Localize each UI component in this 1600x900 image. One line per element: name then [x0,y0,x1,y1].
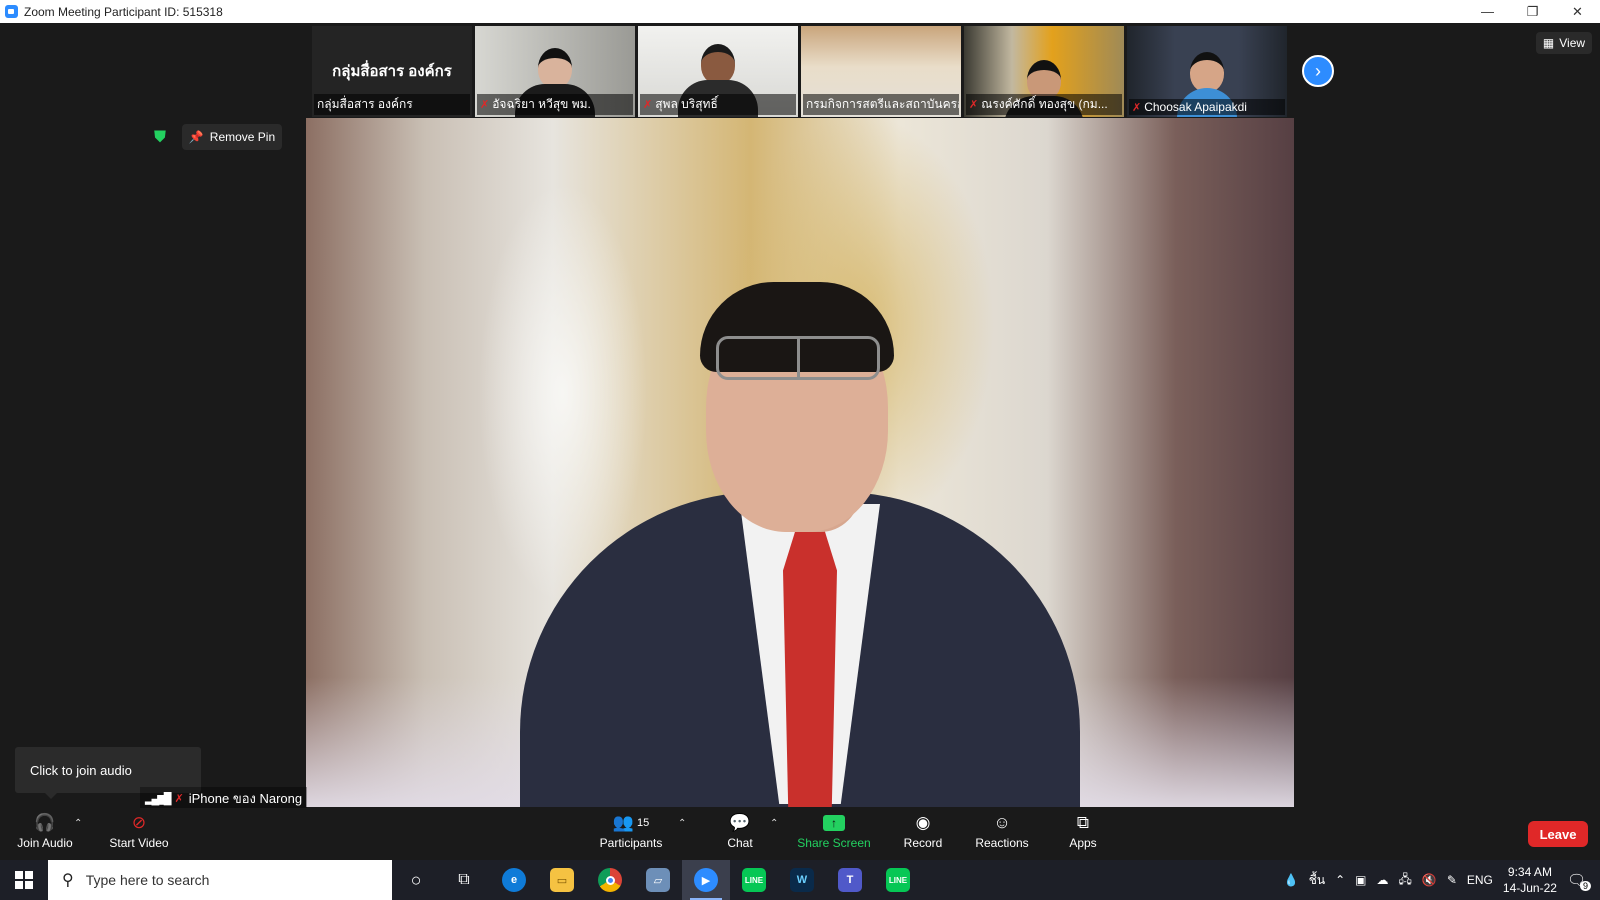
task-view-icon: ⧉ [458,871,470,888]
participant-tile-name-card[interactable]: กลุ่มสื่อสาร องค์กร กลุ่มสื่อสาร องค์กร [312,26,472,117]
speaker-figure [520,282,1080,807]
grid-icon: ▦ [1542,36,1555,50]
taskbar-search-box[interactable]: ⚲ Type here to search [48,860,392,900]
meeting-stage: กลุ่มสื่อสาร องค์กร กลุ่มสื่อสาร องค์กร … [0,23,1600,809]
weather-label[interactable]: ชื้น [1309,871,1325,890]
notification-icon[interactable]: 🗨 9 [1567,871,1591,891]
chat-icon: 💬 [729,813,751,832]
reactions-button[interactable]: ☺ Reactions [974,812,1030,856]
participant-tile[interactable]: กรมกิจการสตรีและสถาบันครอ... [801,26,961,117]
taskbar-app-webex[interactable]: W [778,860,826,900]
start-video-button[interactable]: ⊘ Start Video [104,812,174,856]
volume-muted-icon[interactable]: 🔇 [1422,873,1437,887]
self-view-label: ▂▄▆█ ✗ iPhone ของ Narong [140,787,308,809]
network-icon[interactable]: 🖧 [1398,870,1411,891]
share-screen-button[interactable]: ↑ Share Screen [796,812,872,856]
participant-filmstrip: กลุ่มสื่อสาร องค์กร กลุ่มสื่อสาร องค์กร … [312,26,1287,117]
taskbar-app-teams[interactable]: T [826,860,874,900]
teams-icon: T [838,868,862,892]
windows-taskbar: ⚲ Type here to search ○ ⧉ e ▭ ▱ ▶ LINE W… [0,860,1600,900]
apps-icon: ⧉ [1076,813,1090,832]
cortana-icon: ○ [410,869,422,890]
zoom-app-icon [5,5,18,18]
name-card-text: กลุ่มสื่อสาร องค์กร [332,63,452,80]
participant-tile[interactable]: ✗ ณรงค์ศักดิ์ ทองสุข (กม... [964,26,1124,117]
encryption-shield-icon[interactable]: ⛊ [151,129,169,147]
line-icon: LINE [742,868,766,892]
taskbar-app-edge[interactable]: e [490,860,538,900]
pin-icon: 📌 [188,130,204,144]
participant-name-label: กลุ่มสื่อสาร องค์กร [314,94,470,115]
participants-icon: 👥 15 [612,813,650,832]
participant-name-label: กรมกิจการสตรีและสถาบันครอ... [803,94,959,115]
minimize-button[interactable]: — [1465,0,1510,23]
record-icon: ◉ [915,813,931,832]
pen-icon[interactable]: ✎ [1447,873,1457,887]
muted-mic-icon: ✗ [969,99,979,111]
muted-mic-icon: ✗ [174,792,184,805]
line-icon: LINE [886,868,910,892]
taskbar-app-line-2[interactable]: LINE [874,860,922,900]
record-button[interactable]: ◉ Record [900,812,946,856]
muted-mic-icon: ✗ [1132,101,1142,114]
windows-logo-icon [15,871,33,889]
meet-now-icon[interactable]: ▣ [1355,873,1366,887]
smiley-icon: ☺ [993,813,1011,832]
remote-desktop-icon: ▱ [646,868,670,892]
taskbar-clock[interactable]: 9:34 AM 14-Jun-22 [1503,864,1557,896]
participants-button[interactable]: 👥 15 Participants [596,812,666,856]
filmstrip-next-button[interactable]: › [1302,55,1334,87]
search-icon: ⚲ [62,872,74,889]
taskbar-app-line[interactable]: LINE [730,860,778,900]
taskbar-app-chrome[interactable] [586,860,634,900]
window-controls: — ❐ ✕ [1465,0,1600,23]
restore-button[interactable]: ❐ [1510,0,1555,23]
edge-icon: e [502,868,526,892]
chat-button[interactable]: 💬 Chat [720,812,760,856]
participant-tile[interactable]: ✗ อัจฉริยา หวีสุข พม. [475,26,635,117]
participants-options-caret[interactable]: ⌃ [678,818,686,829]
system-tray: 💧 ชื้น ⌃ ▣ ☁ 🖧 🔇 ✎ ENG 9:34 AM 14-Jun-22… [1284,860,1600,900]
muted-mic-icon: ✗ [643,99,653,111]
signal-bars-icon: ▂▄▆█ [145,792,171,805]
cortana-button[interactable]: ○ [392,860,440,900]
language-indicator[interactable]: ENG [1467,873,1493,887]
close-button[interactable]: ✕ [1555,0,1600,23]
folder-icon: ▭ [550,868,574,892]
share-screen-icon: ↑ [823,812,845,834]
participant-name-label: ✗ ณรงค์ศักดิ์ ทองสุข (กม... [966,94,1122,115]
join-audio-button[interactable]: 🎧 Join Audio [14,812,76,856]
cloud-icon[interactable]: ☁ [1376,873,1388,887]
participant-tile[interactable]: ✗ Choosak Apaipakdi [1127,26,1287,117]
taskbar-app-zoom[interactable]: ▶ [682,860,730,900]
participant-name-label: ✗ Choosak Apaipakdi [1129,99,1285,115]
task-view-button[interactable]: ⧉ [440,860,488,900]
apps-button[interactable]: ⧉ Apps [1068,812,1098,856]
taskbar-app-remote[interactable]: ▱ [634,860,682,900]
chevron-right-icon: › [1315,60,1321,81]
window-title: Zoom Meeting Participant ID: 515318 [24,4,223,19]
active-speaker-video [306,118,1294,807]
view-button[interactable]: ▦ View [1536,32,1592,54]
meeting-toolbar: 🎧 Join Audio ⌃ ⊘ Start Video 👥 15 Partici… [0,808,1600,860]
weather-drop-icon[interactable]: 💧 [1284,873,1299,887]
chrome-icon [598,868,622,892]
window-titlebar: Zoom Meeting Participant ID: 515318 — ❐ … [0,0,1600,23]
remove-pin-button[interactable]: 📌 Remove Pin [182,124,282,150]
chevron-up-icon[interactable]: ⌃ [1335,873,1345,887]
webex-icon: W [790,868,814,892]
chat-options-caret[interactable]: ⌃ [770,818,778,829]
video-off-icon: ⊘ [131,813,147,832]
participant-name-label: ✗ อัจฉริยา หวีสุข พม. [477,94,633,115]
audio-options-caret[interactable]: ⌃ [74,818,82,829]
headphones-icon: 🎧 [34,813,56,832]
leave-button[interactable]: Leave [1528,821,1588,847]
zoom-icon: ▶ [694,868,718,892]
taskbar-app-explorer[interactable]: ▭ [538,860,586,900]
muted-mic-icon: ✗ [480,99,490,111]
participant-tile[interactable]: ✗ สุพล บริสุทธิ์ [638,26,798,117]
participant-name-label: ✗ สุพล บริสุทธิ์ [640,94,796,115]
start-button[interactable] [0,860,48,900]
